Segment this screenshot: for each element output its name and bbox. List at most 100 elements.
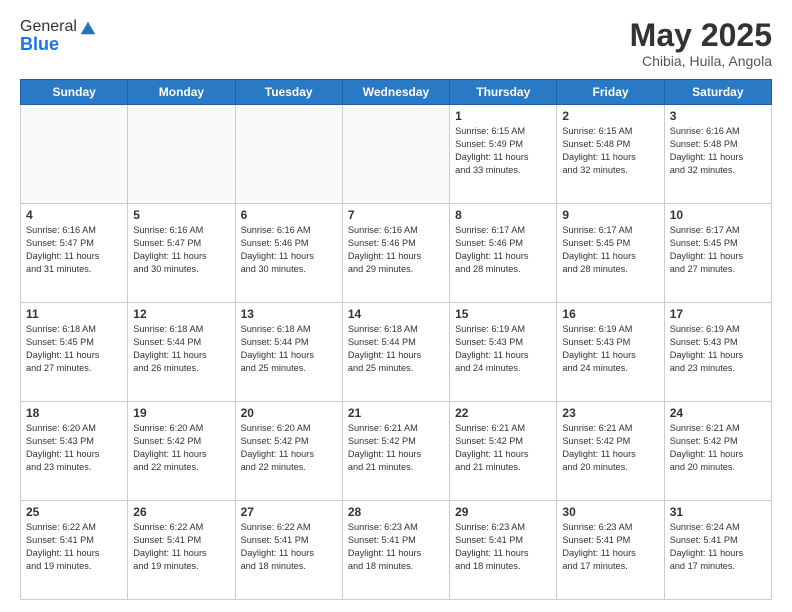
week-row-3: 11 Sunrise: 6:18 AM Sunset: 5:45 PM Dayli… <box>21 303 772 402</box>
calendar-cell: 31 Sunrise: 6:24 AM Sunset: 5:41 PM Dayli… <box>664 501 771 600</box>
day-number: 4 <box>26 208 122 222</box>
day-number: 21 <box>348 406 444 420</box>
calendar-cell: 15 Sunrise: 6:19 AM Sunset: 5:43 PM Dayli… <box>450 303 557 402</box>
cell-info: Sunrise: 6:16 AM Sunset: 5:46 PM Dayligh… <box>241 224 337 276</box>
calendar-cell: 13 Sunrise: 6:18 AM Sunset: 5:44 PM Dayli… <box>235 303 342 402</box>
day-number: 29 <box>455 505 551 519</box>
calendar-cell: 1 Sunrise: 6:15 AM Sunset: 5:49 PM Daylig… <box>450 105 557 204</box>
cell-info: Sunrise: 6:21 AM Sunset: 5:42 PM Dayligh… <box>348 422 444 474</box>
cell-info: Sunrise: 6:20 AM Sunset: 5:42 PM Dayligh… <box>241 422 337 474</box>
cell-info: Sunrise: 6:21 AM Sunset: 5:42 PM Dayligh… <box>670 422 766 474</box>
calendar-cell: 2 Sunrise: 6:15 AM Sunset: 5:48 PM Daylig… <box>557 105 664 204</box>
day-number: 19 <box>133 406 229 420</box>
calendar-cell: 10 Sunrise: 6:17 AM Sunset: 5:45 PM Dayli… <box>664 204 771 303</box>
logo-blue-text: Blue <box>20 34 97 55</box>
day-number: 8 <box>455 208 551 222</box>
logo: General Blue <box>20 18 97 55</box>
day-number: 16 <box>562 307 658 321</box>
calendar-header-row: SundayMondayTuesdayWednesdayThursdayFrid… <box>21 80 772 105</box>
cell-info: Sunrise: 6:22 AM Sunset: 5:41 PM Dayligh… <box>26 521 122 573</box>
day-number: 14 <box>348 307 444 321</box>
cell-info: Sunrise: 6:23 AM Sunset: 5:41 PM Dayligh… <box>455 521 551 573</box>
calendar-cell: 16 Sunrise: 6:19 AM Sunset: 5:43 PM Dayli… <box>557 303 664 402</box>
cell-info: Sunrise: 6:21 AM Sunset: 5:42 PM Dayligh… <box>562 422 658 474</box>
calendar-cell: 21 Sunrise: 6:21 AM Sunset: 5:42 PM Dayli… <box>342 402 449 501</box>
week-row-4: 18Sunrise: 6:20 AM Sunset: 5:43 PM Dayli… <box>21 402 772 501</box>
cell-info: Sunrise: 6:24 AM Sunset: 5:41 PM Dayligh… <box>670 521 766 573</box>
day-number: 25 <box>26 505 122 519</box>
calendar-cell: 12Sunrise: 6:18 AM Sunset: 5:44 PM Dayli… <box>128 303 235 402</box>
calendar-cell: 8 Sunrise: 6:17 AM Sunset: 5:46 PM Daylig… <box>450 204 557 303</box>
cell-info: Sunrise: 6:23 AM Sunset: 5:41 PM Dayligh… <box>562 521 658 573</box>
cell-info: Sunrise: 6:19 AM Sunset: 5:43 PM Dayligh… <box>455 323 551 375</box>
day-number: 26 <box>133 505 229 519</box>
day-number: 15 <box>455 307 551 321</box>
calendar-cell: 14Sunrise: 6:18 AM Sunset: 5:44 PM Dayli… <box>342 303 449 402</box>
calendar-cell: 18Sunrise: 6:20 AM Sunset: 5:43 PM Dayli… <box>21 402 128 501</box>
calendar-cell: 28Sunrise: 6:23 AM Sunset: 5:41 PM Dayli… <box>342 501 449 600</box>
cell-info: Sunrise: 6:21 AM Sunset: 5:42 PM Dayligh… <box>455 422 551 474</box>
cell-info: Sunrise: 6:16 AM Sunset: 5:48 PM Dayligh… <box>670 125 766 177</box>
day-number: 1 <box>455 109 551 123</box>
calendar-cell <box>235 105 342 204</box>
month-title: May 2025 <box>630 18 772 53</box>
day-number: 11 <box>26 307 122 321</box>
cell-info: Sunrise: 6:22 AM Sunset: 5:41 PM Dayligh… <box>241 521 337 573</box>
location: Chibia, Huila, Angola <box>630 53 772 69</box>
cell-info: Sunrise: 6:18 AM Sunset: 5:44 PM Dayligh… <box>133 323 229 375</box>
week-row-5: 25 Sunrise: 6:22 AM Sunset: 5:41 PM Dayli… <box>21 501 772 600</box>
day-header-tuesday: Tuesday <box>235 80 342 105</box>
cell-info: Sunrise: 6:19 AM Sunset: 5:43 PM Dayligh… <box>562 323 658 375</box>
cell-info: Sunrise: 6:15 AM Sunset: 5:49 PM Dayligh… <box>455 125 551 177</box>
cell-info: Sunrise: 6:20 AM Sunset: 5:43 PM Dayligh… <box>26 422 122 474</box>
cell-info: Sunrise: 6:17 AM Sunset: 5:45 PM Dayligh… <box>670 224 766 276</box>
day-number: 30 <box>562 505 658 519</box>
cell-info: Sunrise: 6:16 AM Sunset: 5:47 PM Dayligh… <box>26 224 122 276</box>
calendar-cell: 11 Sunrise: 6:18 AM Sunset: 5:45 PM Dayli… <box>21 303 128 402</box>
day-number: 13 <box>241 307 337 321</box>
logo-triangle-icon <box>79 18 97 36</box>
calendar-cell: 22 Sunrise: 6:21 AM Sunset: 5:42 PM Dayli… <box>450 402 557 501</box>
calendar-table: SundayMondayTuesdayWednesdayThursdayFrid… <box>20 79 772 600</box>
day-number: 31 <box>670 505 766 519</box>
day-number: 10 <box>670 208 766 222</box>
day-header-wednesday: Wednesday <box>342 80 449 105</box>
week-row-1: 1 Sunrise: 6:15 AM Sunset: 5:49 PM Daylig… <box>21 105 772 204</box>
calendar-cell: 4 Sunrise: 6:16 AM Sunset: 5:47 PM Daylig… <box>21 204 128 303</box>
cell-info: Sunrise: 6:18 AM Sunset: 5:45 PM Dayligh… <box>26 323 122 375</box>
day-number: 24 <box>670 406 766 420</box>
calendar-cell: 5 Sunrise: 6:16 AM Sunset: 5:47 PM Daylig… <box>128 204 235 303</box>
day-number: 17 <box>670 307 766 321</box>
day-number: 9 <box>562 208 658 222</box>
calendar-cell: 6Sunrise: 6:16 AM Sunset: 5:46 PM Daylig… <box>235 204 342 303</box>
cell-info: Sunrise: 6:17 AM Sunset: 5:46 PM Dayligh… <box>455 224 551 276</box>
cell-info: Sunrise: 6:22 AM Sunset: 5:41 PM Dayligh… <box>133 521 229 573</box>
day-number: 28 <box>348 505 444 519</box>
day-number: 5 <box>133 208 229 222</box>
day-header-friday: Friday <box>557 80 664 105</box>
cell-info: Sunrise: 6:20 AM Sunset: 5:42 PM Dayligh… <box>133 422 229 474</box>
day-header-monday: Monday <box>128 80 235 105</box>
calendar-cell: 9Sunrise: 6:17 AM Sunset: 5:45 PM Daylig… <box>557 204 664 303</box>
day-number: 27 <box>241 505 337 519</box>
calendar-cell: 17 Sunrise: 6:19 AM Sunset: 5:43 PM Dayli… <box>664 303 771 402</box>
cell-info: Sunrise: 6:16 AM Sunset: 5:46 PM Dayligh… <box>348 224 444 276</box>
calendar-cell: 24 Sunrise: 6:21 AM Sunset: 5:42 PM Dayli… <box>664 402 771 501</box>
day-number: 22 <box>455 406 551 420</box>
day-number: 3 <box>670 109 766 123</box>
calendar-cell: 25 Sunrise: 6:22 AM Sunset: 5:41 PM Dayli… <box>21 501 128 600</box>
cell-info: Sunrise: 6:16 AM Sunset: 5:47 PM Dayligh… <box>133 224 229 276</box>
calendar-cell: 26 Sunrise: 6:22 AM Sunset: 5:41 PM Dayli… <box>128 501 235 600</box>
header: General Blue May 2025 Chibia, Huila, Ang… <box>20 18 772 69</box>
calendar-cell: 19 Sunrise: 6:20 AM Sunset: 5:42 PM Dayli… <box>128 402 235 501</box>
page: General Blue May 2025 Chibia, Huila, Ang… <box>0 0 792 612</box>
day-header-saturday: Saturday <box>664 80 771 105</box>
cell-info: Sunrise: 6:18 AM Sunset: 5:44 PM Dayligh… <box>241 323 337 375</box>
day-number: 23 <box>562 406 658 420</box>
cell-info: Sunrise: 6:19 AM Sunset: 5:43 PM Dayligh… <box>670 323 766 375</box>
calendar-cell <box>342 105 449 204</box>
cell-info: Sunrise: 6:15 AM Sunset: 5:48 PM Dayligh… <box>562 125 658 177</box>
calendar-cell: 30 Sunrise: 6:23 AM Sunset: 5:41 PM Dayli… <box>557 501 664 600</box>
title-block: May 2025 Chibia, Huila, Angola <box>630 18 772 69</box>
day-number: 2 <box>562 109 658 123</box>
